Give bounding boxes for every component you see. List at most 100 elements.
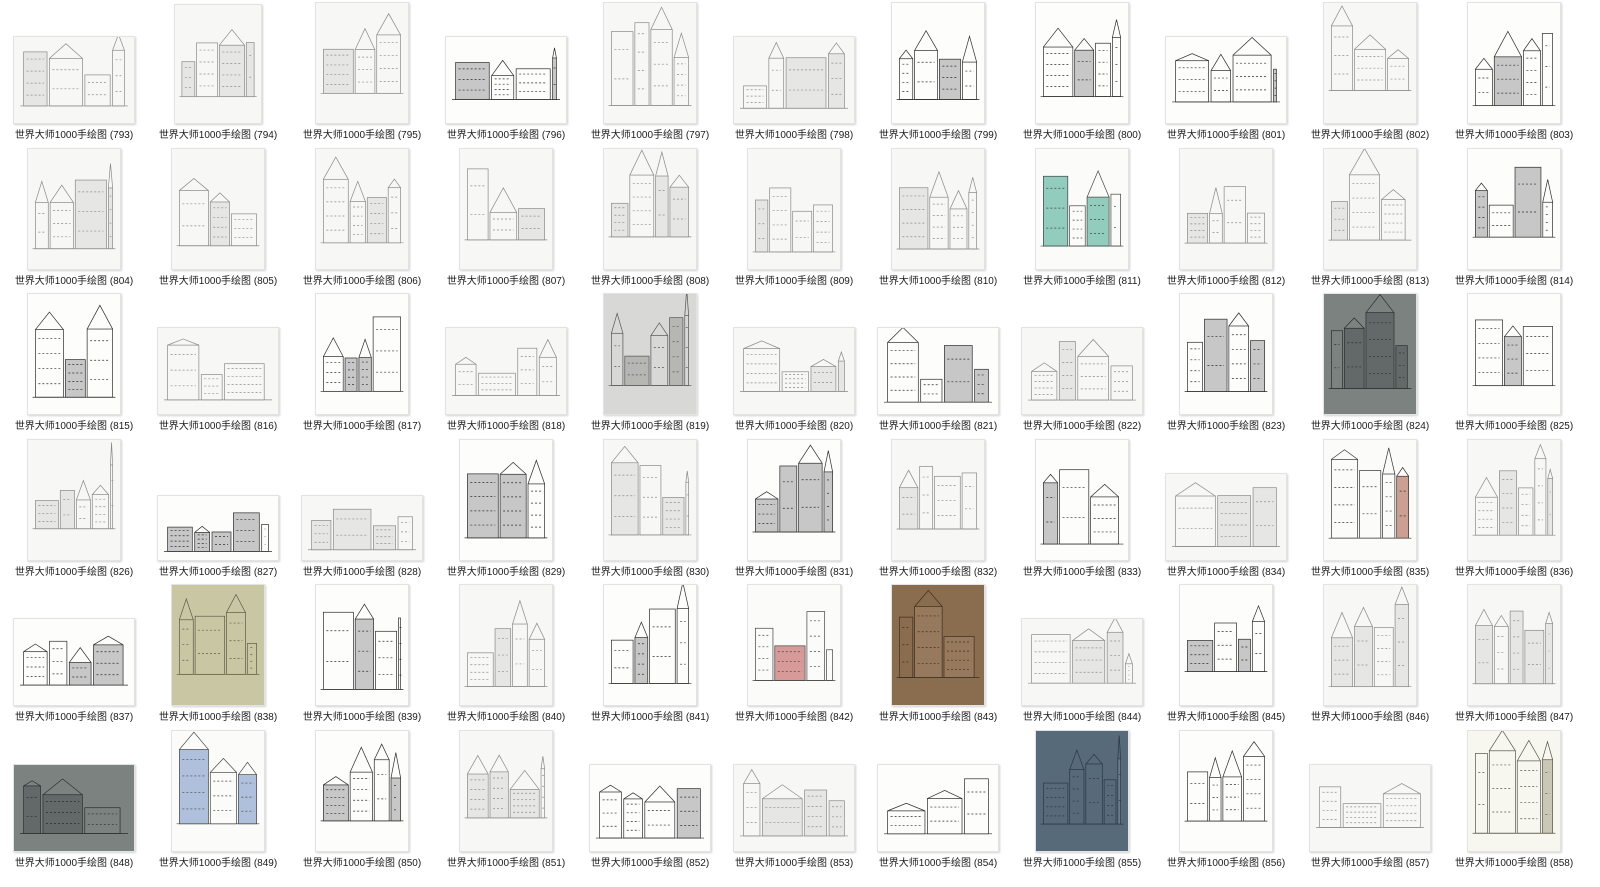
image-thumbnail[interactable] bbox=[891, 147, 985, 270]
image-thumbnail[interactable] bbox=[747, 438, 841, 561]
image-thumbnail[interactable] bbox=[157, 327, 279, 415]
file-item[interactable]: 世界大师1000手绘图 (816) bbox=[146, 291, 290, 437]
image-thumbnail[interactable] bbox=[1323, 584, 1417, 706]
file-item[interactable]: 世界大师1000手绘图 (802) bbox=[1298, 0, 1442, 146]
image-thumbnail[interactable] bbox=[1035, 147, 1129, 270]
image-thumbnail[interactable] bbox=[445, 36, 567, 124]
image-thumbnail[interactable] bbox=[459, 729, 553, 852]
image-thumbnail[interactable] bbox=[603, 584, 697, 706]
file-item[interactable]: 世界大师1000手绘图 (824) bbox=[1298, 291, 1442, 437]
file-item[interactable]: 世界大师1000手绘图 (814) bbox=[1442, 146, 1586, 292]
image-thumbnail[interactable] bbox=[1323, 2, 1417, 124]
file-item[interactable]: 世界大师1000手绘图 (838) bbox=[146, 582, 290, 728]
image-thumbnail[interactable] bbox=[1323, 293, 1417, 415]
file-item[interactable]: 世界大师1000手绘图 (827) bbox=[146, 437, 290, 583]
image-thumbnail[interactable] bbox=[1467, 584, 1561, 706]
file-item[interactable]: 世界大师1000手绘图 (850) bbox=[290, 728, 434, 874]
image-thumbnail[interactable] bbox=[1021, 327, 1143, 415]
image-thumbnail[interactable] bbox=[459, 584, 553, 706]
file-item[interactable]: 世界大师1000手绘图 (809) bbox=[722, 146, 866, 292]
file-item[interactable]: 世界大师1000手绘图 (815) bbox=[2, 291, 146, 437]
image-thumbnail[interactable] bbox=[27, 293, 121, 415]
file-item[interactable]: 世界大师1000手绘图 (823) bbox=[1154, 291, 1298, 437]
image-thumbnail[interactable] bbox=[445, 327, 567, 415]
image-thumbnail[interactable] bbox=[1467, 293, 1561, 415]
file-item[interactable]: 世界大师1000手绘图 (810) bbox=[866, 146, 1010, 292]
image-thumbnail[interactable] bbox=[589, 763, 711, 852]
image-thumbnail[interactable] bbox=[1179, 729, 1273, 852]
file-item[interactable]: 世界大师1000手绘图 (826) bbox=[2, 437, 146, 583]
file-item[interactable]: 世界大师1000手绘图 (820) bbox=[722, 291, 866, 437]
file-item[interactable]: 世界大师1000手绘图 (836) bbox=[1442, 437, 1586, 583]
image-thumbnail[interactable] bbox=[1035, 729, 1129, 852]
image-thumbnail[interactable] bbox=[13, 618, 135, 706]
file-item[interactable]: 世界大师1000手绘图 (835) bbox=[1298, 437, 1442, 583]
file-item[interactable]: 世界大师1000手绘图 (803) bbox=[1442, 0, 1586, 146]
file-item[interactable]: 世界大师1000手绘图 (830) bbox=[578, 437, 722, 583]
file-item[interactable]: 世界大师1000手绘图 (845) bbox=[1154, 582, 1298, 728]
file-item[interactable]: 世界大师1000手绘图 (851) bbox=[434, 728, 578, 874]
file-item[interactable]: 世界大师1000手绘图 (808) bbox=[578, 146, 722, 292]
image-thumbnail[interactable] bbox=[733, 36, 855, 124]
image-thumbnail[interactable] bbox=[747, 147, 841, 270]
file-item[interactable]: 世界大师1000手绘图 (797) bbox=[578, 0, 722, 146]
file-item[interactable]: 世界大师1000手绘图 (856) bbox=[1154, 728, 1298, 874]
file-item[interactable]: 世界大师1000手绘图 (818) bbox=[434, 291, 578, 437]
file-item[interactable]: 世界大师1000手绘图 (804) bbox=[2, 146, 146, 292]
file-item[interactable]: 世界大师1000手绘图 (844) bbox=[1010, 582, 1154, 728]
image-thumbnail[interactable] bbox=[301, 494, 423, 561]
image-thumbnail[interactable] bbox=[877, 327, 999, 415]
image-thumbnail[interactable] bbox=[459, 147, 553, 270]
file-item[interactable]: 世界大师1000手绘图 (858) bbox=[1442, 728, 1586, 874]
image-thumbnail[interactable] bbox=[891, 584, 985, 706]
file-item[interactable]: 世界大师1000手绘图 (837) bbox=[2, 582, 146, 728]
file-item[interactable]: 世界大师1000手绘图 (854) bbox=[866, 728, 1010, 874]
file-item[interactable]: 世界大师1000手绘图 (825) bbox=[1442, 291, 1586, 437]
file-item[interactable]: 世界大师1000手绘图 (793) bbox=[2, 0, 146, 146]
file-item[interactable]: 世界大师1000手绘图 (849) bbox=[146, 728, 290, 874]
file-item[interactable]: 世界大师1000手绘图 (852) bbox=[578, 728, 722, 874]
image-thumbnail[interactable] bbox=[1323, 438, 1417, 561]
file-item[interactable]: 世界大师1000手绘图 (839) bbox=[290, 582, 434, 728]
file-item[interactable]: 世界大师1000手绘图 (840) bbox=[434, 582, 578, 728]
file-item[interactable]: 世界大师1000手绘图 (813) bbox=[1298, 146, 1442, 292]
image-thumbnail[interactable] bbox=[459, 438, 553, 561]
file-item[interactable]: 世界大师1000手绘图 (801) bbox=[1154, 0, 1298, 146]
file-item[interactable]: 世界大师1000手绘图 (829) bbox=[434, 437, 578, 583]
file-item[interactable]: 世界大师1000手绘图 (831) bbox=[722, 437, 866, 583]
image-thumbnail[interactable] bbox=[315, 293, 409, 415]
file-item[interactable]: 世界大师1000手绘图 (822) bbox=[1010, 291, 1154, 437]
file-item[interactable]: 世界大师1000手绘图 (811) bbox=[1010, 146, 1154, 292]
image-thumbnail[interactable] bbox=[1021, 618, 1143, 706]
file-item[interactable]: 世界大师1000手绘图 (834) bbox=[1154, 437, 1298, 583]
file-item[interactable]: 世界大师1000手绘图 (795) bbox=[290, 0, 434, 146]
image-thumbnail[interactable] bbox=[27, 147, 121, 270]
image-thumbnail[interactable] bbox=[1467, 2, 1561, 124]
image-thumbnail[interactable] bbox=[603, 293, 697, 415]
image-thumbnail[interactable] bbox=[891, 2, 985, 124]
image-thumbnail[interactable] bbox=[1179, 584, 1273, 706]
file-item[interactable]: 世界大师1000手绘图 (857) bbox=[1298, 728, 1442, 874]
file-item[interactable]: 世界大师1000手绘图 (805) bbox=[146, 146, 290, 292]
image-thumbnail[interactable] bbox=[733, 327, 855, 415]
image-thumbnail[interactable] bbox=[1467, 438, 1561, 561]
file-item[interactable]: 世界大师1000手绘图 (798) bbox=[722, 0, 866, 146]
file-item[interactable]: 世界大师1000手绘图 (855) bbox=[1010, 728, 1154, 874]
file-item[interactable]: 世界大师1000手绘图 (847) bbox=[1442, 582, 1586, 728]
image-thumbnail[interactable] bbox=[1467, 147, 1561, 270]
image-thumbnail[interactable] bbox=[891, 438, 985, 561]
image-thumbnail[interactable] bbox=[877, 763, 999, 852]
file-item[interactable]: 世界大师1000手绘图 (796) bbox=[434, 0, 578, 146]
image-thumbnail[interactable] bbox=[1467, 729, 1561, 852]
image-thumbnail[interactable] bbox=[27, 438, 121, 561]
file-item[interactable]: 世界大师1000手绘图 (819) bbox=[578, 291, 722, 437]
image-thumbnail[interactable] bbox=[157, 494, 279, 561]
file-item[interactable]: 世界大师1000手绘图 (799) bbox=[866, 0, 1010, 146]
file-item[interactable]: 世界大师1000手绘图 (828) bbox=[290, 437, 434, 583]
file-item[interactable]: 世界大师1000手绘图 (817) bbox=[290, 291, 434, 437]
image-thumbnail[interactable] bbox=[1165, 36, 1287, 124]
image-thumbnail[interactable] bbox=[171, 147, 265, 270]
image-thumbnail[interactable] bbox=[315, 2, 409, 124]
image-thumbnail[interactable] bbox=[13, 763, 135, 852]
image-thumbnail[interactable] bbox=[1165, 472, 1287, 561]
